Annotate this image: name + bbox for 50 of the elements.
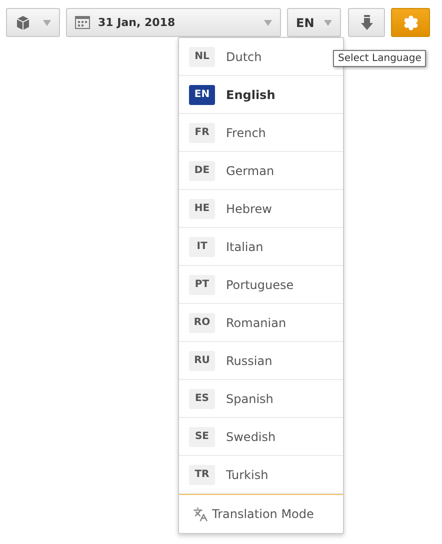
- language-code: HE: [189, 198, 215, 218]
- language-code: RO: [189, 312, 215, 332]
- language-name: Italian: [226, 240, 264, 254]
- language-item[interactable]: EN English: [179, 76, 343, 114]
- date-dropdown-button[interactable]: 31 Jan, 2018: [66, 8, 281, 37]
- translate-icon: [193, 506, 208, 522]
- language-name: Russian: [226, 354, 272, 368]
- language-name: Swedish: [226, 430, 276, 444]
- caret-icon: [324, 20, 332, 26]
- settings-button[interactable]: [391, 8, 430, 37]
- language-name: Turkish: [226, 468, 268, 482]
- language-item[interactable]: IT Italian: [179, 228, 343, 266]
- language-item[interactable]: DE German: [179, 152, 343, 190]
- caret-icon: [43, 20, 51, 26]
- translation-mode-item[interactable]: Translation Mode: [179, 494, 343, 533]
- language-name: Portuguese: [226, 278, 294, 292]
- language-name: Spanish: [226, 392, 274, 406]
- caret-icon: [264, 20, 272, 26]
- language-code: ES: [189, 388, 215, 408]
- language-item[interactable]: RU Russian: [179, 342, 343, 380]
- language-code: RU: [189, 350, 215, 370]
- cube-icon: [15, 14, 31, 30]
- download-icon: [360, 14, 372, 30]
- language-name: Dutch: [226, 50, 262, 64]
- download-button[interactable]: [348, 8, 385, 37]
- language-code: IT: [189, 236, 215, 256]
- language-name: German: [226, 164, 274, 178]
- language-item[interactable]: TR Turkish: [179, 456, 343, 494]
- language-item[interactable]: HE Hebrew: [179, 190, 343, 228]
- language-code: EN: [189, 84, 215, 104]
- language-item[interactable]: RO Romanian: [179, 304, 343, 342]
- language-code: PT: [189, 274, 215, 294]
- language-name: Romanian: [226, 316, 286, 330]
- language-item[interactable]: ES Spanish: [179, 380, 343, 418]
- language-name: Hebrew: [226, 202, 272, 216]
- language-item[interactable]: SE Swedish: [179, 418, 343, 456]
- language-code: SE: [189, 426, 215, 446]
- language-name: English: [226, 88, 276, 102]
- cube-dropdown-button[interactable]: [6, 8, 60, 37]
- language-code: DE: [189, 160, 215, 180]
- language-code: NL: [189, 46, 215, 66]
- settings-icon: [402, 14, 418, 30]
- language-item[interactable]: PT Portuguese: [179, 266, 343, 304]
- language-code: FR: [189, 122, 215, 142]
- language-name: French: [226, 126, 266, 140]
- tooltip: Select Language: [333, 50, 426, 67]
- language-item[interactable]: FR French: [179, 114, 343, 152]
- calendar-icon: [75, 16, 90, 29]
- language-code: TR: [189, 464, 215, 484]
- language-button[interactable]: EN: [287, 8, 341, 37]
